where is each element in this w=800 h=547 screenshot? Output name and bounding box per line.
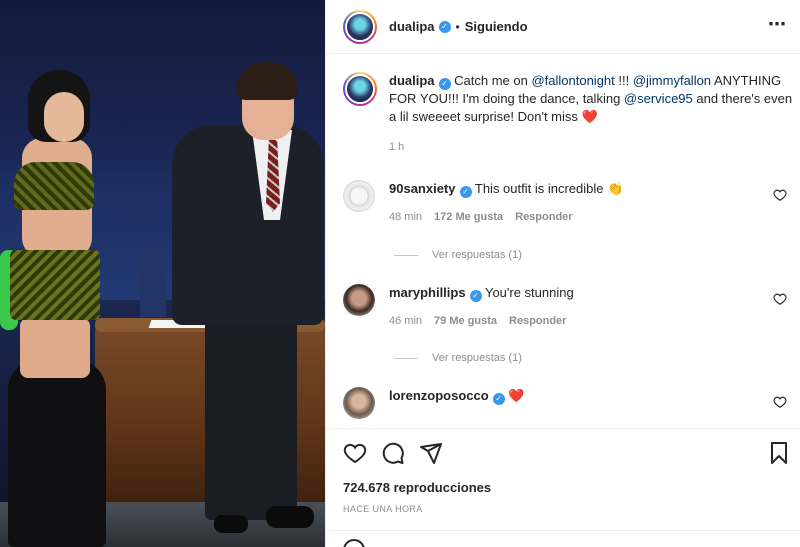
post-side-panel: dualipa ✓ • Siguiendo ⋯ dualipa ✓ Catch m… — [325, 0, 800, 547]
avatar[interactable] — [343, 180, 375, 212]
heart-icon[interactable] — [773, 188, 787, 202]
caption-text: Catch me on — [450, 73, 532, 88]
post-video[interactable] — [0, 0, 325, 547]
caption-username[interactable]: dualipa — [389, 73, 435, 88]
comment-body: 90sanxiety ✓ This outfit is incredible 👏 … — [389, 180, 793, 226]
caption-body: dualipa ✓ Catch me on @fallontonight !!! … — [389, 72, 793, 156]
heart-icon[interactable] — [773, 292, 787, 306]
heart-icon[interactable] — [773, 395, 787, 409]
woman-boots — [8, 360, 106, 547]
comment-meta: 46 min 79 Me gusta Responder — [389, 312, 793, 330]
man-trousers — [205, 320, 297, 520]
man-suit-jacket — [172, 125, 324, 325]
comment-text: ❤️ — [508, 388, 525, 403]
post-time[interactable]: HACE UNA HORA — [343, 504, 423, 514]
avatar[interactable] — [343, 72, 377, 106]
man-shoe — [214, 515, 248, 533]
avatar[interactable] — [343, 387, 375, 419]
comment-icon[interactable] — [381, 441, 405, 465]
divider — [394, 254, 418, 256]
avatar[interactable] — [343, 9, 377, 44]
bookmark-icon[interactable] — [767, 441, 791, 465]
comment-meta: 48 min 172 Me gusta Responder — [389, 208, 793, 226]
comment-likes[interactable]: 172 Me gusta — [434, 208, 503, 226]
avatar[interactable] — [343, 284, 375, 316]
more-icon[interactable]: ⋯ — [768, 15, 787, 33]
view-count[interactable]: 724.678 reproducciones — [343, 480, 491, 495]
mention-link[interactable]: @jimmyfallon — [633, 73, 711, 88]
post-header: dualipa ✓ • Siguiendo ⋯ — [326, 0, 800, 54]
comment-likes[interactable]: 79 Me gusta — [434, 312, 497, 330]
add-comment-bar — [326, 530, 800, 547]
verified-icon: ✓ — [438, 78, 451, 90]
view-replies-label[interactable]: Ver respuestas (1) — [432, 352, 522, 364]
comment-body: maryphillips ✓ You're stunning 46 min 79 … — [389, 284, 793, 330]
comment-text: You're stunning — [484, 285, 574, 300]
post-caption: dualipa ✓ Catch me on @fallontonight !!! … — [343, 72, 793, 156]
mention-link[interactable]: @fallontonight — [531, 73, 614, 88]
separator-dot: • — [455, 19, 460, 34]
comment-time[interactable]: 48 min — [389, 208, 422, 226]
man-shoe — [266, 506, 314, 528]
action-bar — [326, 428, 800, 474]
man-hair — [236, 62, 298, 100]
comment-item: maryphillips ✓ You're stunning 46 min 79 … — [343, 284, 793, 330]
post-username[interactable]: dualipa — [389, 19, 435, 34]
comment-username[interactable]: maryphillips — [389, 285, 466, 300]
view-replies[interactable]: Ver respuestas (1) — [394, 249, 522, 261]
comment-item: lorenzoposocco ✓ ❤️ — [343, 387, 793, 419]
comment-username[interactable]: 90sanxiety — [389, 181, 456, 196]
woman-plaid-skirt — [10, 250, 100, 320]
comment-item: 90sanxiety ✓ This outfit is incredible 👏 … — [343, 180, 793, 226]
view-replies[interactable]: Ver respuestas (1) — [394, 352, 522, 364]
comment-time[interactable]: 46 min — [389, 312, 422, 330]
heart-icon[interactable] — [343, 441, 367, 465]
comment-text: This outfit is incredible 👏 — [474, 181, 624, 196]
woman-plaid-top — [14, 162, 94, 210]
mention-link[interactable]: @service95 — [624, 91, 693, 106]
verified-icon: ✓ — [492, 393, 505, 405]
comment-username[interactable]: lorenzoposocco — [389, 388, 489, 403]
following-button[interactable]: Siguiendo — [465, 19, 528, 34]
reply-button[interactable]: Responder — [509, 312, 566, 330]
verified-icon: ✓ — [459, 186, 472, 198]
woman-legs — [20, 318, 90, 378]
view-replies-label[interactable]: Ver respuestas (1) — [432, 249, 522, 261]
verified-icon: ✓ — [438, 20, 451, 33]
woman-face — [44, 92, 84, 142]
divider — [394, 357, 418, 359]
comment-body: lorenzoposocco ✓ ❤️ — [389, 387, 793, 419]
caption-timestamp[interactable]: 1 h — [389, 138, 793, 156]
emoji-icon[interactable] — [343, 539, 365, 547]
reply-button[interactable]: Responder — [515, 208, 572, 226]
verified-icon: ✓ — [469, 290, 482, 302]
heart-emoji: ❤️ — [581, 109, 598, 124]
caption-text: !!! — [614, 73, 633, 88]
building — [140, 247, 166, 317]
share-icon[interactable] — [419, 441, 443, 465]
